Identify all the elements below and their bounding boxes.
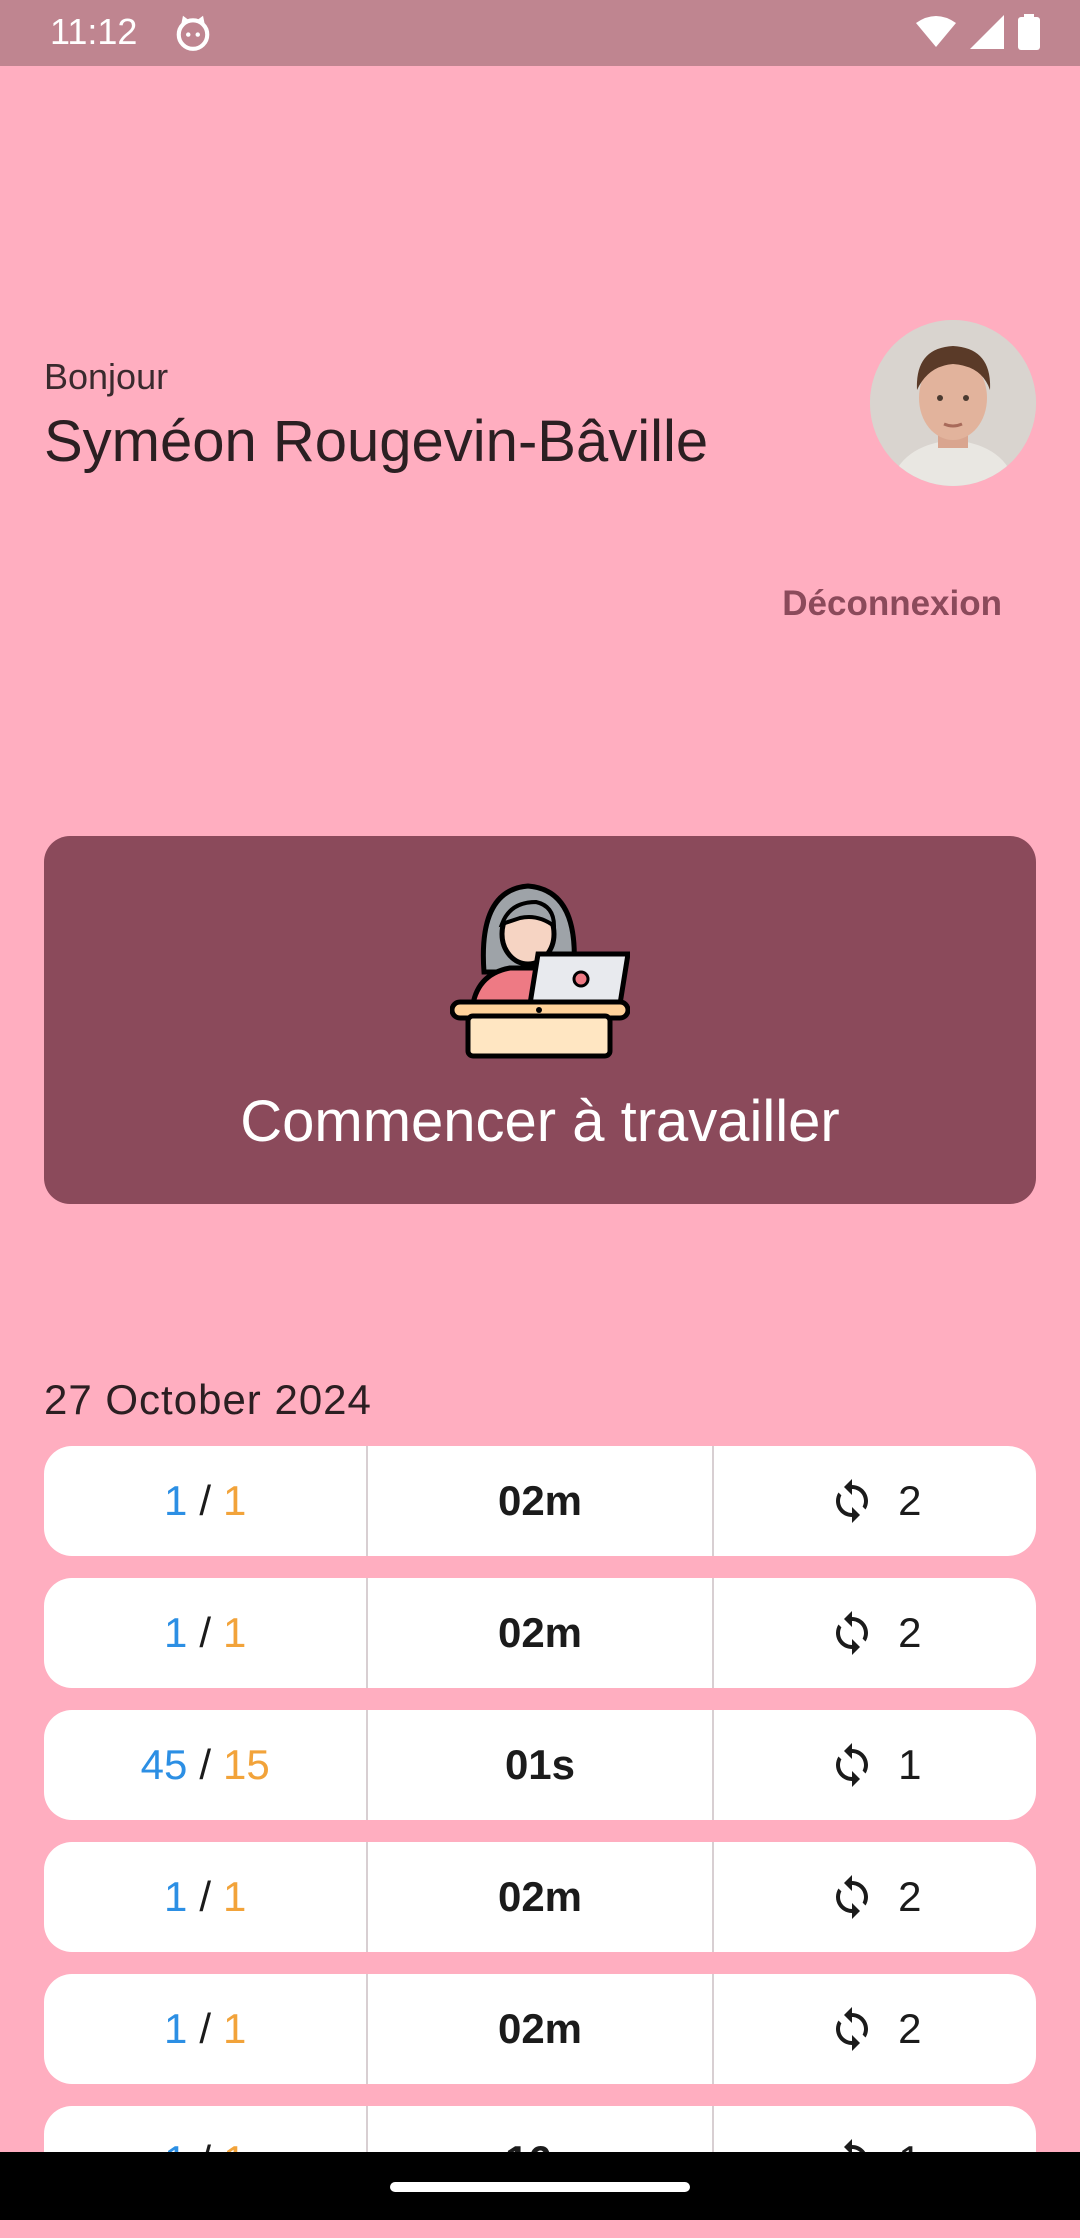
task-count-cell: 1 / 1 [44,1842,369,1952]
cycles-value: 2 [898,1609,922,1656]
cycles-value: 2 [898,2005,922,2052]
total-count: 1 [223,1477,247,1524]
total-count: 1 [223,2005,247,2052]
total-count: 1 [223,1609,247,1656]
session-row[interactable]: 1 / 1 02m 2 [44,1842,1036,1952]
refresh-icon [836,1875,869,1919]
count-separator: / [199,2005,211,2052]
cycles-cell: 1 [714,1710,1036,1820]
done-count: 45 [140,1741,188,1788]
task-count-cell: 1 / 1 [44,1974,369,2084]
refresh-icon [836,2007,869,2051]
start-working-label: Commencer à travailler [240,1089,840,1154]
session-list: 1 / 1 02m 2 1 / 1 02m 2 45 / 15 01s 1 1 … [44,1446,1036,2238]
total-count: 1 [223,1873,247,1920]
done-count: 1 [163,1477,188,1524]
history-date: 27 October 2024 [44,1376,372,1423]
duration-cell: 02m [368,1974,714,2084]
done-count: 1 [163,1609,188,1656]
home-gesture-handle[interactable] [390,2182,690,2192]
cycles-value: 1 [898,1741,922,1788]
total-count: 15 [223,1741,270,1788]
cycles-value: 2 [898,1873,922,1920]
navigation-bar [0,2152,1080,2220]
count-separator: / [199,1873,211,1920]
duration-cell: 02m [368,1446,714,1556]
avatar-image [870,320,1036,486]
cat-icon [176,15,210,51]
cycles-cell: 2 [714,1578,1036,1688]
status-time: 11:12 [50,11,138,52]
session-row[interactable]: 1 / 1 02m 2 [44,1578,1036,1688]
greeting-label: Bonjour [44,356,169,397]
wifi-icon [916,16,956,47]
session-row[interactable]: 1 / 1 02m 2 [44,1974,1036,2084]
worker-illustration [450,883,630,1059]
done-count: 1 [163,1873,188,1920]
signal-icon [970,15,1004,49]
duration-cell: 01s [368,1710,714,1820]
done-count: 1 [163,2005,188,2052]
refresh-icon [836,1479,869,1523]
status-icons [916,14,1040,50]
cycles-cell: 2 [714,1842,1036,1952]
logout-button[interactable]: Déconnexion [782,584,1002,624]
battery-icon [1018,14,1040,50]
session-row[interactable]: 1 / 1 02m 2 [44,1446,1036,1556]
cycles-cell: 2 [714,1974,1036,2084]
status-bar: 11:12 [0,0,1080,66]
task-count-cell: 1 / 1 [44,1446,369,1556]
task-count-cell: 45 / 15 [44,1710,369,1820]
session-row[interactable]: 45 / 15 01s 1 [44,1710,1036,1820]
cycles-value: 2 [898,1477,922,1524]
cycles-cell: 2 [714,1446,1036,1556]
task-count-cell: 1 / 1 [44,1578,369,1688]
start-working-button[interactable]: Commencer à travailler [44,836,1036,1204]
user-name: Syméon Rougevin-Bâville [44,409,709,474]
count-separator: / [199,1741,211,1788]
duration-cell: 02m [368,1842,714,1952]
count-separator: / [199,1477,211,1524]
count-separator: / [199,1609,211,1656]
duration-cell: 02m [368,1578,714,1688]
refresh-icon [836,1743,869,1787]
refresh-icon [836,1611,869,1655]
avatar[interactable] [870,320,1036,486]
